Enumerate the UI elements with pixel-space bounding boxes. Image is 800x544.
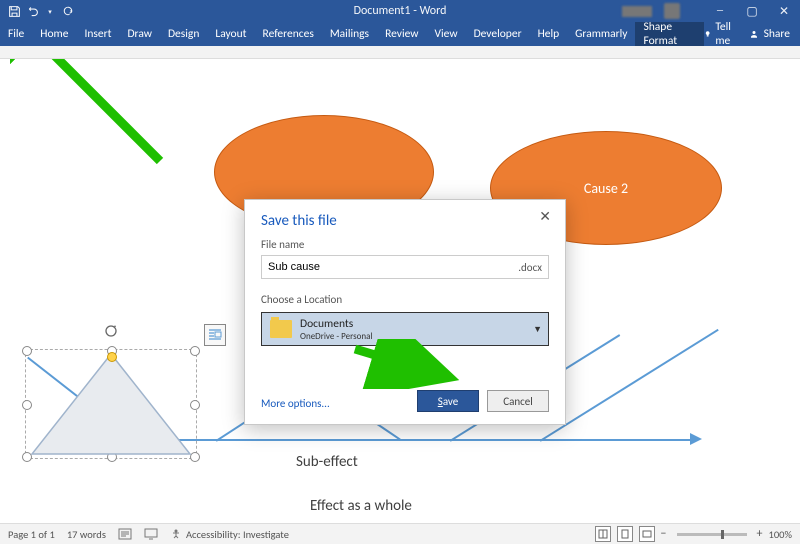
file-extension-dropdown[interactable]: .docx <box>512 261 548 274</box>
view-read-icon[interactable] <box>595 526 611 542</box>
shape-selection <box>25 349 197 459</box>
zoom-in-button[interactable]: + <box>757 527 763 541</box>
view-web-icon[interactable] <box>639 526 655 542</box>
location-label: Choose a Location <box>245 291 565 308</box>
undo-icon[interactable] <box>24 3 40 19</box>
maximize-button[interactable]: ▢ <box>736 0 768 22</box>
window-controls: ─ ▢ ✕ <box>704 0 800 22</box>
redo-icon[interactable] <box>60 3 76 19</box>
tab-mailings[interactable]: Mailings <box>322 22 377 46</box>
quick-access-toolbar: ▾ <box>0 3 76 19</box>
cancel-button[interactable]: Cancel <box>487 390 549 412</box>
save-qat-icon[interactable] <box>6 3 22 19</box>
spine-line[interactable] <box>124 439 694 441</box>
more-options-link[interactable]: More options... <box>261 397 330 410</box>
qat-dropdown-icon[interactable]: ▾ <box>42 3 58 19</box>
tell-me-button[interactable]: Tell me <box>704 20 736 48</box>
tab-developer[interactable]: Developer <box>466 22 530 46</box>
tab-home[interactable]: Home <box>32 22 76 46</box>
tab-draw[interactable]: Draw <box>119 22 160 46</box>
user-avatar[interactable] <box>664 3 680 19</box>
cause2-label: Cause 2 <box>584 180 628 197</box>
tab-references[interactable]: References <box>255 22 322 46</box>
effect-whole-label[interactable]: Effect as a whole <box>310 497 412 515</box>
minimize-button[interactable]: ─ <box>704 0 736 22</box>
location-text: Documents OneDrive - Personal <box>300 317 373 342</box>
tab-view[interactable]: View <box>427 22 466 46</box>
zoom-level[interactable]: 100% <box>769 528 792 541</box>
spine-arrowhead <box>690 433 706 445</box>
status-proofing-icon[interactable] <box>118 528 132 540</box>
dialog-close-button[interactable]: ✕ <box>533 206 557 227</box>
accessibility-text: Accessibility: Investigate <box>186 528 289 541</box>
title-bar: ▾ Document1 - Word ─ ▢ ✕ <box>0 0 800 22</box>
ribbon-tabs: File Home Insert Draw Design Layout Refe… <box>0 22 800 46</box>
triangle-shape[interactable] <box>26 350 196 458</box>
user-name-blurred <box>622 6 652 17</box>
annotation-arrow-to-save-icon <box>10 59 180 181</box>
zoom-slider[interactable] <box>677 533 747 536</box>
ribbon-right: Tell me Share <box>704 20 800 48</box>
layout-options-icon[interactable] <box>204 324 226 346</box>
rotate-handle-icon[interactable] <box>104 324 118 338</box>
file-name-row: .docx <box>261 255 549 279</box>
save-button[interactable]: Save <box>417 390 479 412</box>
sub-effect-label[interactable]: Sub-effect <box>296 453 358 471</box>
tab-layout[interactable]: Layout <box>207 22 254 46</box>
annotation-arrow-to-save-button <box>350 339 470 389</box>
status-accessibility[interactable]: Accessibility: Investigate <box>170 528 289 541</box>
tell-me-label: Tell me <box>715 20 735 48</box>
zoom-out-button[interactable]: − <box>661 527 667 541</box>
share-label: Share <box>764 27 790 41</box>
document-canvas[interactable]: Cause 2 Sub-effect Effect as a whole ✕ S… <box>0 59 800 519</box>
save-dialog: ✕ Save this file File name .docx Choose … <box>244 199 566 425</box>
window-title: Document1 - Word <box>354 4 447 18</box>
location-name: Documents <box>300 317 373 331</box>
status-page[interactable]: Page 1 of 1 <box>8 528 55 541</box>
tab-review[interactable]: Review <box>377 22 426 46</box>
chevron-down-icon: ▼ <box>533 324 542 335</box>
tab-insert[interactable]: Insert <box>76 22 119 46</box>
tab-design[interactable]: Design <box>160 22 207 46</box>
adjust-handle[interactable] <box>107 352 117 362</box>
folder-icon <box>270 320 292 338</box>
file-name-input[interactable] <box>262 261 512 273</box>
file-name-label: File name <box>245 236 565 253</box>
status-display-icon[interactable] <box>144 528 158 540</box>
tab-shape-format[interactable]: Shape Format <box>635 22 704 46</box>
dialog-buttons: Save Cancel <box>417 390 549 412</box>
tab-grammarly[interactable]: Grammarly <box>567 22 635 46</box>
status-right: − + 100% <box>595 526 792 542</box>
status-bar: Page 1 of 1 17 words Accessibility: Inve… <box>0 523 800 544</box>
close-button[interactable]: ✕ <box>768 0 800 22</box>
tab-help[interactable]: Help <box>530 22 568 46</box>
branch-line-3[interactable] <box>540 329 719 442</box>
view-print-icon[interactable] <box>617 526 633 542</box>
share-button[interactable]: Share <box>748 27 790 41</box>
tab-file[interactable]: File <box>0 22 32 46</box>
dialog-title: Save this file <box>245 200 565 236</box>
status-words[interactable]: 17 words <box>67 528 106 541</box>
